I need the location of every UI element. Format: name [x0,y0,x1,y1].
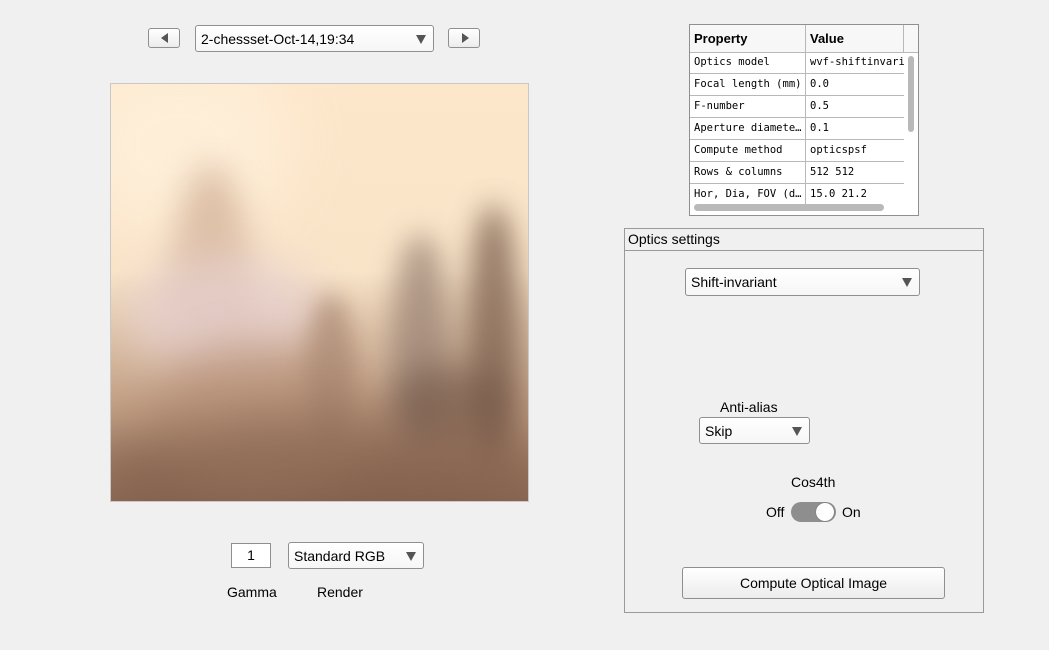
table-header: Property Value [690,25,918,53]
table-row[interactable]: Aperture diameter (mm) 0.1 [690,118,904,140]
value-cell: wvf-shiftinvariant [810,56,904,68]
render-label: Render [317,584,363,600]
next-scene-button[interactable] [448,28,480,48]
anti-alias-label: Anti-alias [720,399,778,415]
value-cell: 0.0 [810,78,829,90]
property-cell: Optics model [690,52,806,73]
cos4th-off-label: Off [766,504,785,520]
property-cell: Hor, Dia, FOV (deg) [690,184,806,205]
gamma-input[interactable]: 1 [231,543,271,568]
chevron-down-icon [406,551,416,561]
horizontal-scrollbar[interactable] [694,204,884,211]
table-row[interactable]: Focal length (mm) 0.0 [690,74,904,96]
optics-model-select[interactable]: Shift-invariant [685,268,920,296]
table-row[interactable]: Rows & columns 512 512 [690,162,904,184]
cos4th-label: Cos4th [791,474,836,490]
scene-select[interactable]: 2-chessset-Oct-14,19:34 [195,25,434,52]
panel-title: Optics settings [625,229,983,251]
value-cell: 0.1 [810,122,829,134]
table-row[interactable]: Optics model wvf-shiftinvariant [690,52,904,74]
value-cell: opticspsf [810,144,867,156]
triangle-right-icon [462,33,469,43]
gamma-label: Gamma [227,584,277,600]
property-cell: Aperture diameter (mm) [690,118,806,139]
scene-select-value: 2-chessset-Oct-14,19:34 [201,30,355,47]
triangle-left-icon [161,33,168,43]
previous-scene-button[interactable] [148,28,180,48]
cos4th-on-label: On [842,504,861,520]
chevron-down-icon [792,426,802,436]
toggle-knob[interactable] [816,503,834,521]
anti-alias-value: Skip [705,422,733,439]
table-row[interactable]: F-number 0.5 [690,96,904,118]
property-cell: Focal length (mm) [690,74,806,95]
property-cell: F-number [690,96,806,117]
cos4th-toggle[interactable] [791,502,836,522]
anti-alias-select[interactable]: Skip [699,417,810,444]
property-cell: Rows & columns [690,162,806,183]
properties-table[interactable]: Property Value Optics model wvf-shiftinv… [689,24,919,216]
table-row[interactable]: Hor, Dia, FOV (deg) 15.0 21.2 [690,184,904,206]
column-header-property: Property [690,25,806,52]
vertical-scrollbar[interactable] [908,56,914,132]
render-select-value: Standard RGB [294,547,386,564]
value-cell: 0.5 [810,100,829,112]
chevron-down-icon [902,278,912,287]
column-header-value: Value [806,25,904,52]
compute-optical-image-button[interactable]: Compute Optical Image [682,567,945,599]
render-select[interactable]: Standard RGB [288,542,424,569]
table-row[interactable]: Compute method opticspsf [690,140,904,162]
value-cell: 15.0 21.2 [810,188,867,200]
optics-model-value: Shift-invariant [691,274,777,290]
optical-image [110,83,529,502]
property-cell: Compute method [690,140,806,161]
chevron-down-icon [416,34,426,44]
value-cell: 512 512 [810,166,855,178]
